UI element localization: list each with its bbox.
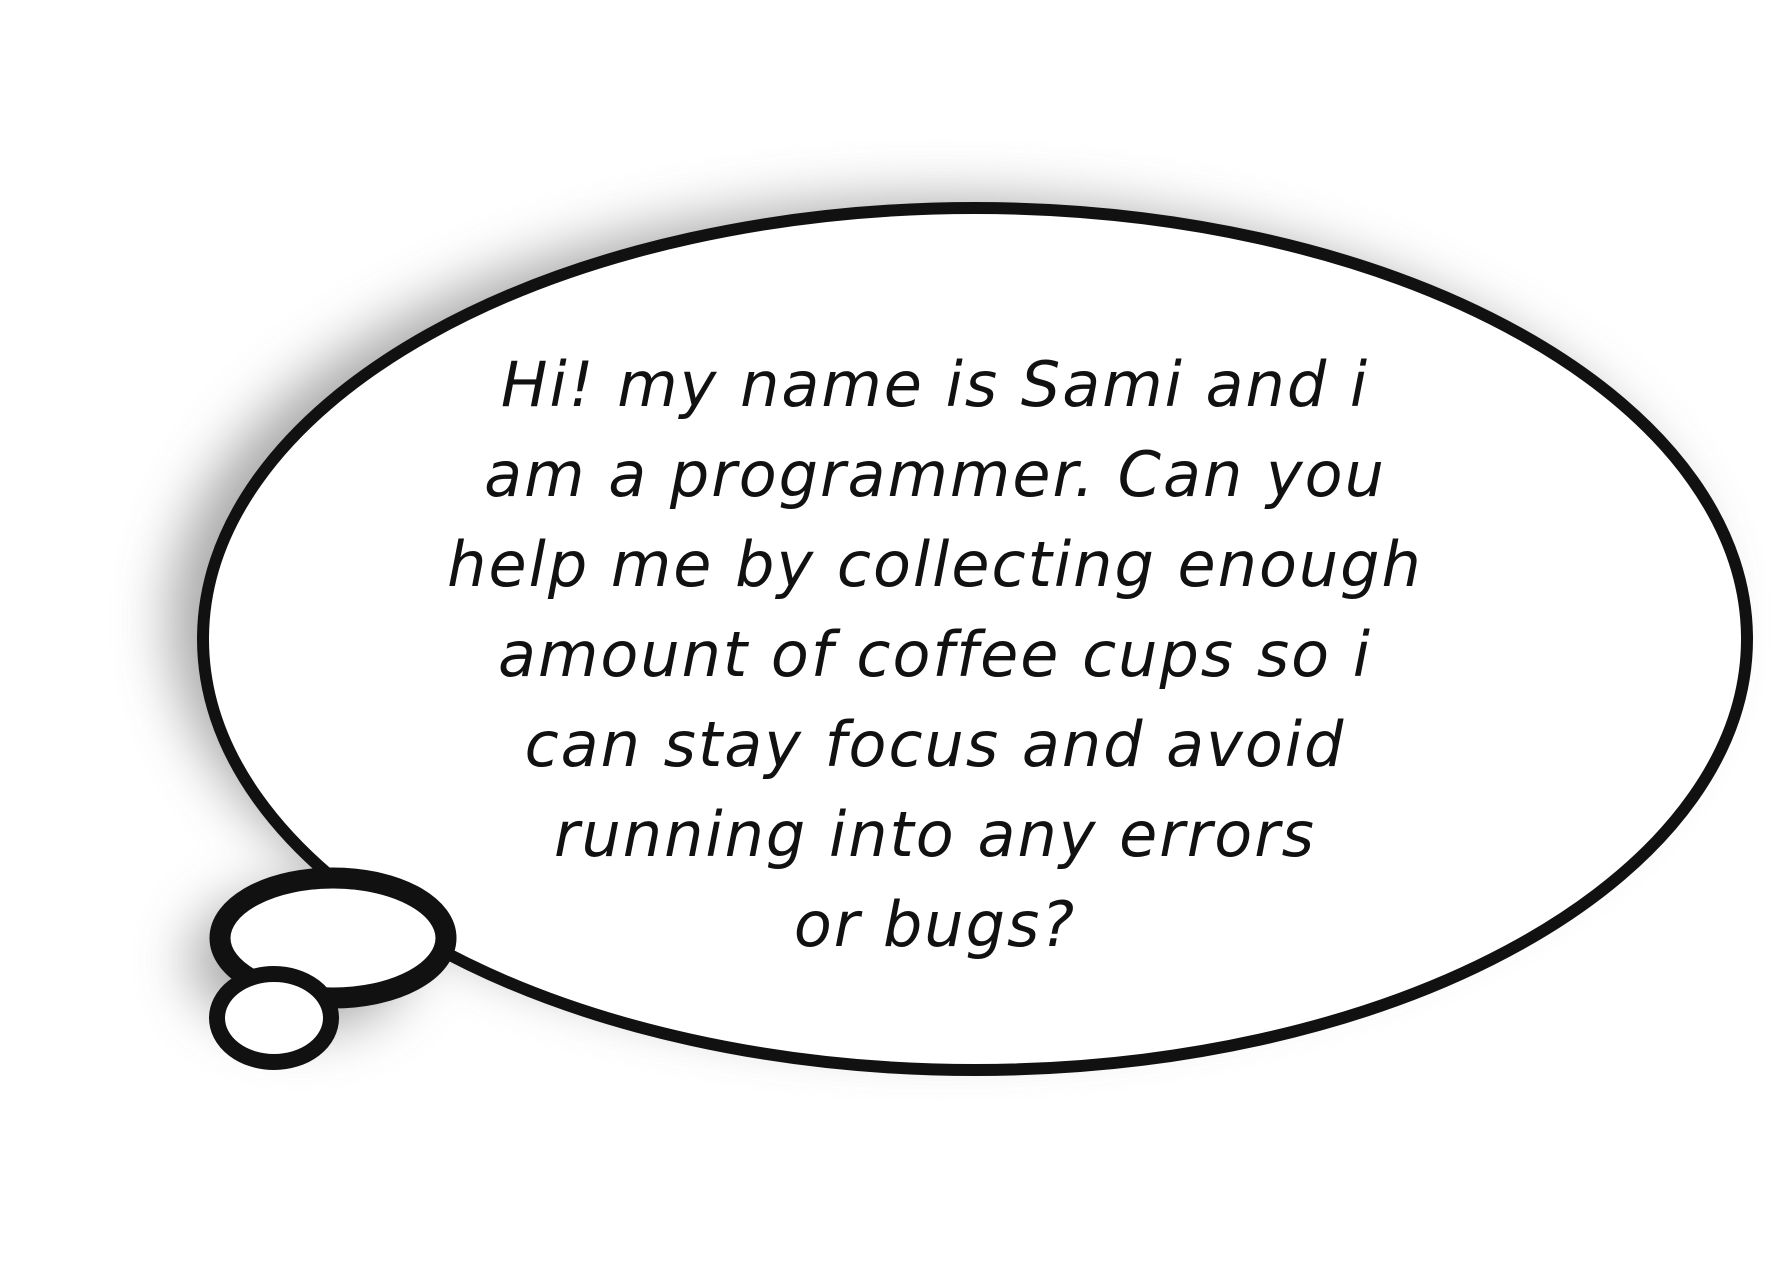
bubble-tail-small xyxy=(209,966,339,1070)
message-line-7: or bugs? xyxy=(793,888,1077,961)
message-line-3: help me by collecting enough xyxy=(447,528,1423,601)
message-line-6: running into any errors xyxy=(554,798,1316,871)
bubble-message: Hi! my name is Sami and i am a programme… xyxy=(420,340,1450,970)
message-line-5: can stay focus and avoid xyxy=(524,708,1346,781)
message-line-4: amount of coffee cups so i xyxy=(498,618,1372,691)
message-line-2: am a programmer. Can you xyxy=(484,438,1386,511)
message-line-1: Hi! my name is Sami and i xyxy=(500,348,1370,421)
